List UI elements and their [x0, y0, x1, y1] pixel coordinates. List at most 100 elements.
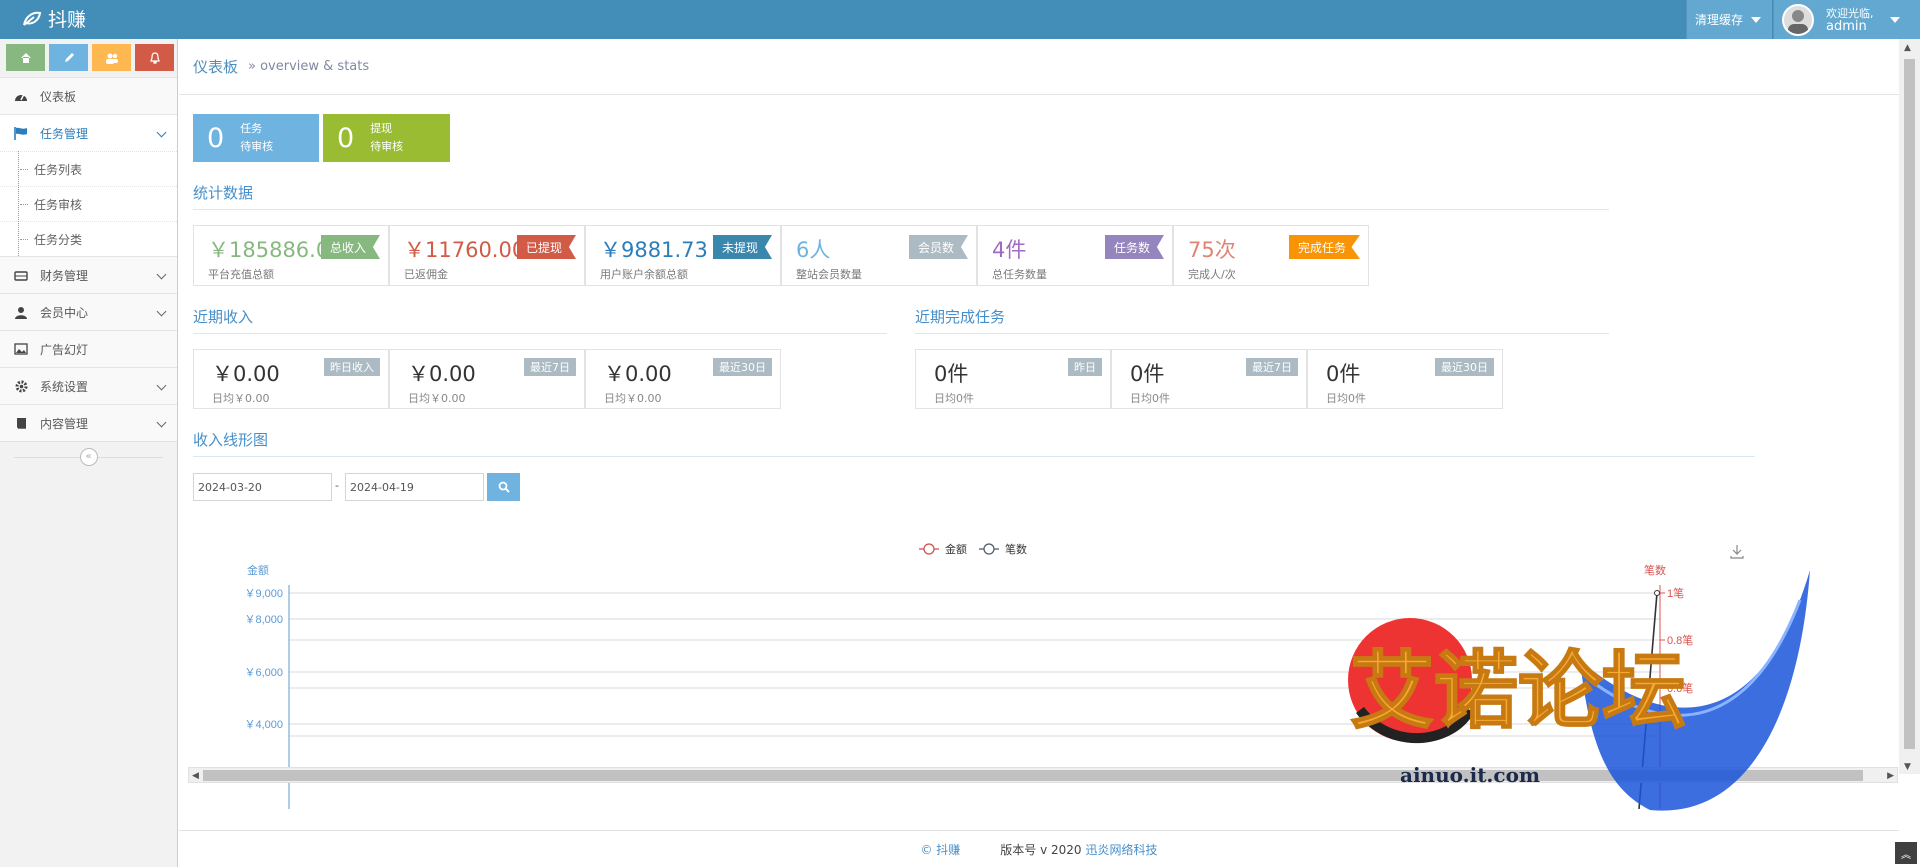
- avatar: [1782, 3, 1814, 36]
- user-menu-button[interactable]: 欢迎光临, admin: [1773, 0, 1920, 39]
- double-chevron-up-icon: ︽: [1901, 849, 1911, 861]
- user-icon: [12, 304, 30, 320]
- tasks-7days: 0件 日均0件 最近7日: [1111, 349, 1307, 409]
- stat-label: 已返佣金: [404, 268, 448, 281]
- stat-label: 总任务数量: [992, 268, 1047, 281]
- sidebar-item-dashboard[interactable]: 仪表板: [0, 77, 177, 114]
- book-icon: [12, 415, 30, 431]
- legend-marker-count: [983, 543, 995, 555]
- chart-section-title: 收入线形图: [193, 429, 1755, 457]
- chart-legend[interactable]: 金额 笔数: [919, 542, 1027, 556]
- legend-label-amount: 金额: [945, 542, 967, 556]
- clear-cache-label: 清理缓存: [1695, 13, 1744, 27]
- scroll-right-arrow-icon[interactable]: ▶: [1887, 771, 1894, 781]
- stat-tag: 会员数: [908, 235, 968, 259]
- back-to-top-button[interactable]: ︽: [1895, 842, 1917, 864]
- recent-sub: 日均0件: [934, 392, 974, 405]
- scroll-up-arrow-icon[interactable]: ▲: [1904, 43, 1911, 53]
- sidebar-item-task-management[interactable]: 任务管理: [0, 114, 177, 151]
- bell-icon: [149, 51, 160, 64]
- sidebar-item-members[interactable]: 会员中心: [0, 293, 177, 330]
- scrollbar-thumb[interactable]: [1904, 59, 1915, 749]
- home-shortcut-button[interactable]: [6, 44, 45, 71]
- sidebar-subitem-task-list[interactable]: 任务列表: [0, 151, 177, 186]
- double-chevron-left-icon[interactable]: «: [79, 447, 98, 466]
- recent-sub: 日均0件: [1326, 392, 1366, 405]
- sidebar-subitem-label: 任务列表: [34, 162, 83, 177]
- download-icon[interactable]: [1730, 545, 1744, 559]
- sidebar-item-finance[interactable]: 财务管理: [0, 256, 177, 293]
- sidebar-subitem-task-review[interactable]: 任务审核: [0, 186, 177, 221]
- tasks-yesterday: 0件 日均0件 昨日: [915, 349, 1111, 409]
- recent-sub: 日均0件: [1130, 392, 1170, 405]
- picture-icon: [12, 341, 30, 357]
- brand[interactable]: 抖赚: [22, 5, 86, 32]
- footer-copyright-link[interactable]: © 抖赚: [920, 841, 960, 858]
- caret-down-icon: [1889, 16, 1900, 23]
- sidebar-item-label: 财务管理: [40, 268, 89, 283]
- tile-label: 提现: [370, 122, 393, 135]
- footer: © 抖赚 版本号 v 2020 迅炎网络科技: [179, 830, 1899, 867]
- stat-not-withdrawn: ￥9881.73 用户账户余额总额 未提现: [585, 225, 781, 286]
- sidebar-item-settings[interactable]: 系统设置: [0, 367, 177, 404]
- sidebar-subitem-label: 任务分类: [34, 232, 83, 247]
- sidebar-collapse-bar: «: [0, 441, 177, 471]
- sidebar-item-label: 内容管理: [40, 416, 89, 431]
- users-shortcut-button[interactable]: [92, 44, 131, 71]
- pending-task-tile[interactable]: 0 任务 待审核: [193, 114, 319, 162]
- left-axis-tick-label: ￥8,000: [244, 614, 283, 626]
- vertical-scrollbar[interactable]: ▲ ▼: [1899, 39, 1920, 774]
- left-axis-tick-label: ￥4,000: [244, 719, 283, 731]
- main-content: 仪表板 » overview & stats 0 任务 待审核 0 提现 待审核 统…: [179, 39, 1899, 867]
- cog-icon: [12, 378, 30, 394]
- shortcuts: [0, 39, 177, 77]
- sidebar: 仪表板 任务管理 任务列表 任务审核 任务分类 财务管理 会员中心 广告幻灯 系…: [0, 39, 178, 867]
- hdd-icon: [12, 267, 30, 283]
- left-axis-title: 金额: [247, 563, 269, 577]
- income-line-chart: 金额 笔数 金额 笔数 ￥9,000 ￥8,000 ￥6,000 ￥4,000 1笔 0…: [244, 542, 1744, 809]
- breadcrumb-home-link[interactable]: 仪表板: [193, 56, 238, 77]
- sidebar-subitem-task-category[interactable]: 任务分类: [0, 221, 177, 256]
- stat-tag: 完成任务: [1288, 235, 1360, 259]
- brand-name: 抖赚: [48, 9, 87, 31]
- sidebar-item-ads[interactable]: 广告幻灯: [0, 330, 177, 367]
- stat-members: 6人 整站会员数量 会员数: [781, 225, 977, 286]
- scroll-down-arrow-icon[interactable]: ▼: [1904, 762, 1911, 772]
- footer-company-link[interactable]: 迅炎网络科技: [1086, 841, 1158, 858]
- recent-tag: 昨日: [1068, 358, 1102, 376]
- clear-cache-button[interactable]: 清理缓存: [1686, 0, 1772, 39]
- tile-sublabel: 待审核: [370, 140, 404, 153]
- recent-sub: 日均￥0.00: [212, 392, 270, 405]
- right-axis-tick-label: 1笔: [1667, 586, 1684, 600]
- horizontal-scrollbar[interactable]: ◀ ▶: [188, 767, 1898, 783]
- sidebar-item-content[interactable]: 内容管理: [0, 404, 177, 441]
- bell-shortcut-button[interactable]: [135, 44, 174, 71]
- chevron-down-icon: [156, 306, 167, 317]
- scroll-left-arrow-icon[interactable]: ◀: [192, 771, 199, 781]
- chevron-down-icon: [156, 269, 167, 280]
- stat-completed: 75次 完成人/次 完成任务: [1173, 225, 1369, 286]
- flag-icon: [12, 125, 30, 141]
- right-axis-tick-label: 0.6笔: [1667, 681, 1693, 695]
- left-axis-tick-label: ￥6,000: [244, 667, 283, 679]
- welcome-text: 欢迎光临,: [1826, 6, 1874, 20]
- stat-tag: 已提现: [516, 235, 576, 259]
- recent-sub: 日均￥0.00: [604, 392, 662, 405]
- recent-tag: 最近30日: [713, 358, 772, 376]
- legend-marker-amount: [923, 543, 935, 555]
- tile-sublabel: 待审核: [240, 140, 274, 153]
- stat-tag: 任务数: [1104, 235, 1164, 259]
- breadcrumb: 仪表板 » overview & stats: [179, 39, 1899, 95]
- chevron-down-icon: [156, 127, 167, 138]
- recent-tag: 最近7日: [1246, 358, 1298, 376]
- sidebar-item-label: 广告幻灯: [40, 342, 89, 357]
- scrollbar-thumb[interactable]: [203, 770, 1863, 781]
- username: admin: [1826, 18, 1867, 34]
- stat-label: 平台充值总额: [208, 268, 274, 281]
- pending-withdraw-tile[interactable]: 0 提现 待审核: [323, 114, 450, 162]
- chevron-down-icon: [156, 380, 167, 391]
- stat-tasks: 4件 总任务数量 任务数: [977, 225, 1173, 286]
- edit-shortcut-button[interactable]: [49, 44, 88, 71]
- recent-income-title: 近期收入: [193, 306, 887, 334]
- recent-tag: 昨日收入: [324, 358, 380, 376]
